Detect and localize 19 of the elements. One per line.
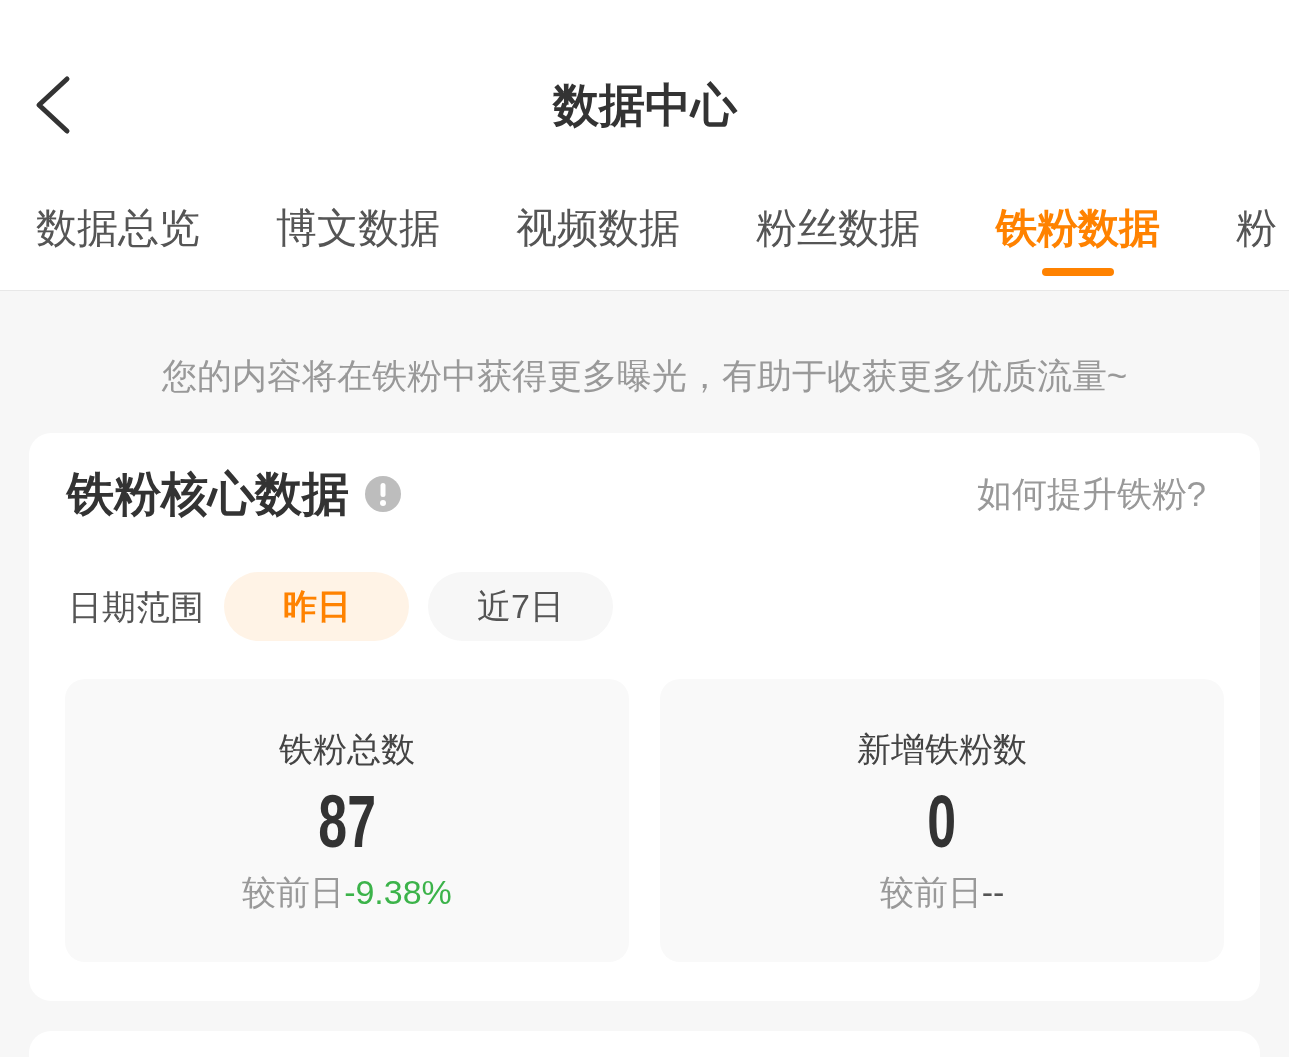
tab[interactable]: 视频数据 [516,155,680,290]
stat-value: 87 [318,785,376,859]
tab[interactable]: 数据总览 [36,155,200,290]
date-range-option[interactable]: 近7日 [428,572,613,641]
stat-label: 铁粉总数 [279,729,415,770]
change-value: -9.38% [344,872,452,913]
page-title: 数据中心 [552,78,737,133]
compare-label: 较前日 [879,872,982,913]
tab[interactable]: 粉 [1236,155,1277,290]
card-title: 铁粉核心数据 [67,466,349,522]
tab-indicator [1042,268,1114,276]
change-value: -- [981,872,1005,913]
hint-text: 您的内容将在铁粉中获得更多曝光，有助于收获更多优质流量~ [161,355,1128,397]
stat-value: 0 [927,785,957,859]
tab[interactable]: 博文数据 [276,155,440,290]
compare-label: 较前日 [242,872,345,913]
stat-label: 新增铁粉数 [857,729,1027,770]
date-range-label: 日期范围 [67,586,204,628]
tab[interactable]: 粉丝数据 [756,155,920,290]
